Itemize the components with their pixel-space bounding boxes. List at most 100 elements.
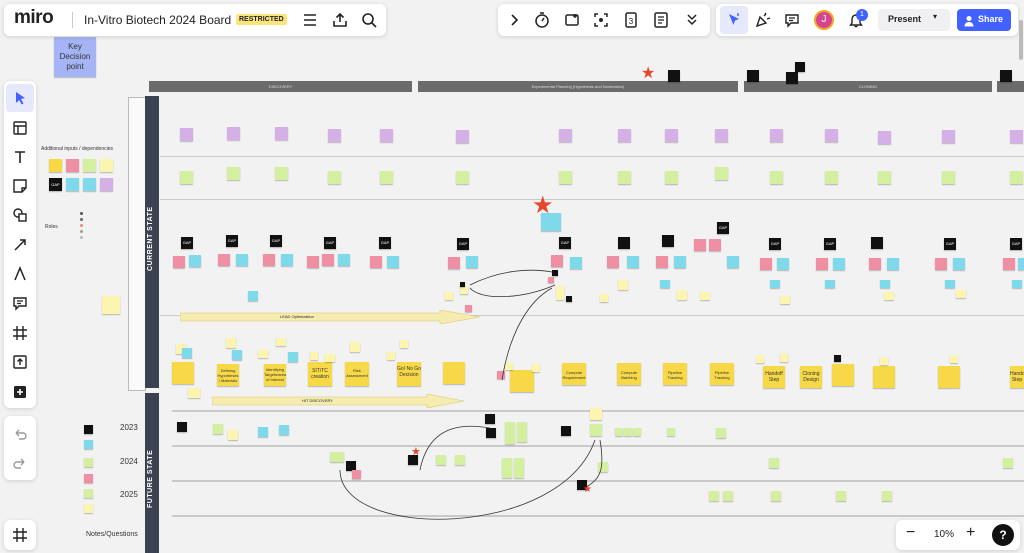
sticky-note[interactable] bbox=[825, 280, 835, 288]
sticky-note[interactable] bbox=[780, 296, 790, 304]
sticky-note[interactable] bbox=[552, 270, 558, 276]
sticky-note[interactable] bbox=[1012, 280, 1022, 288]
sticky-note[interactable] bbox=[180, 171, 193, 184]
process-note[interactable] bbox=[510, 370, 534, 392]
sticky-note[interactable] bbox=[607, 256, 619, 268]
sticky-note[interactable] bbox=[825, 129, 838, 142]
sticky-note[interactable] bbox=[279, 425, 289, 435]
sticky-note[interactable] bbox=[387, 352, 395, 360]
sticky-note[interactable] bbox=[276, 338, 286, 346]
chevron-double-down-icon[interactable] bbox=[678, 6, 706, 34]
frames-list-icon[interactable] bbox=[6, 521, 34, 549]
process-note[interactable]: Pipeline Tracking bbox=[663, 363, 687, 385]
upload-icon[interactable] bbox=[6, 348, 34, 376]
process-note[interactable]: Compute Batching bbox=[617, 363, 641, 385]
sticky-note[interactable] bbox=[825, 171, 838, 184]
sticky-note-icon[interactable] bbox=[6, 172, 34, 200]
sticky-note[interactable] bbox=[570, 257, 582, 269]
sticky-note[interactable] bbox=[677, 290, 687, 300]
vertical-scrollbar[interactable] bbox=[1019, 20, 1023, 60]
process-note[interactable] bbox=[938, 366, 960, 388]
sticky-note[interactable] bbox=[380, 171, 393, 184]
sticky-note[interactable] bbox=[624, 428, 632, 436]
sticky-note[interactable] bbox=[84, 504, 93, 513]
sticky-note[interactable] bbox=[551, 255, 563, 267]
sticky-note[interactable] bbox=[615, 428, 623, 436]
sticky-note[interactable] bbox=[177, 422, 187, 432]
sticky-note[interactable] bbox=[226, 338, 236, 348]
sticky-note[interactable] bbox=[460, 286, 468, 294]
sticky-note[interactable] bbox=[236, 254, 248, 266]
gap-note[interactable]: GAP bbox=[769, 238, 781, 250]
sticky-note[interactable] bbox=[556, 286, 564, 300]
sticky-note[interactable] bbox=[288, 352, 298, 362]
process-note[interactable]: Compute Requirement bbox=[562, 363, 586, 385]
sticky-note[interactable] bbox=[566, 296, 572, 302]
focus-icon[interactable] bbox=[587, 6, 615, 34]
key-decision-note[interactable]: Key Decision point bbox=[54, 37, 96, 77]
sticky-note[interactable] bbox=[667, 428, 675, 436]
legend-note[interactable] bbox=[100, 159, 113, 172]
chevron-right-icon[interactable] bbox=[500, 6, 528, 34]
legend-note[interactable] bbox=[49, 159, 62, 172]
gap-note[interactable]: GAP bbox=[824, 238, 836, 250]
sticky-note[interactable] bbox=[84, 440, 93, 449]
sticky-note[interactable] bbox=[281, 254, 293, 266]
sticky-note[interactable] bbox=[548, 277, 554, 283]
sticky-note[interactable] bbox=[370, 256, 382, 268]
legend-note[interactable] bbox=[66, 178, 79, 191]
sticky-note[interactable] bbox=[700, 292, 710, 300]
process-note[interactable]: Go/ No Go Decision bbox=[397, 362, 421, 386]
process-note[interactable]: Cloning Design bbox=[800, 366, 822, 388]
sticky-note[interactable] bbox=[1003, 258, 1015, 270]
reactions-cursor-icon[interactable] bbox=[720, 6, 748, 34]
more-tools-icon[interactable] bbox=[6, 378, 34, 406]
sticky-note[interactable] bbox=[497, 371, 505, 379]
process-note[interactable]: Risk Assessment bbox=[345, 362, 369, 386]
gap-note[interactable]: GAP bbox=[270, 235, 282, 247]
menu-icon[interactable] bbox=[296, 6, 324, 34]
sticky-note[interactable] bbox=[505, 422, 515, 444]
sticky-note[interactable] bbox=[660, 280, 670, 288]
sticky-note[interactable] bbox=[213, 424, 223, 434]
sticky-note[interactable] bbox=[942, 171, 955, 184]
sticky-note[interactable] bbox=[836, 491, 846, 501]
sticky-note[interactable] bbox=[662, 235, 674, 247]
sticky-note[interactable] bbox=[561, 426, 571, 436]
sticky-note[interactable] bbox=[816, 258, 828, 270]
hit-discovery-arrow[interactable]: HIT DISCOVERY bbox=[212, 394, 464, 408]
sticky-note[interactable] bbox=[228, 430, 238, 440]
sticky-note[interactable] bbox=[627, 256, 639, 268]
sticky-note[interactable] bbox=[517, 422, 527, 442]
sticky-note[interactable] bbox=[248, 291, 258, 301]
sticky-note[interactable] bbox=[780, 354, 788, 362]
frames-panel-button[interactable] bbox=[4, 520, 36, 550]
sticky-note[interactable] bbox=[227, 127, 240, 140]
sticky-note[interactable] bbox=[84, 425, 93, 434]
sticky-note[interactable] bbox=[674, 256, 686, 268]
sticky-note[interactable] bbox=[880, 280, 890, 288]
lead-optimization-arrow[interactable]: LEAD Optimization bbox=[180, 310, 480, 324]
sticky-note[interactable] bbox=[232, 350, 242, 360]
sticky-note[interactable] bbox=[84, 474, 93, 483]
sticky-note[interactable] bbox=[769, 458, 779, 468]
sticky-note[interactable] bbox=[350, 342, 360, 352]
arrow-line-icon[interactable] bbox=[6, 231, 34, 259]
sticky-note[interactable] bbox=[541, 213, 561, 231]
sticky-note[interactable] bbox=[460, 282, 465, 287]
sticky-note[interactable] bbox=[436, 455, 446, 465]
sticky-note[interactable] bbox=[173, 256, 185, 268]
sticky-note[interactable] bbox=[777, 258, 789, 270]
process-note[interactable] bbox=[172, 362, 194, 384]
gap-note[interactable]: GAP bbox=[181, 237, 193, 249]
gap-note[interactable]: GAP bbox=[379, 237, 391, 249]
sticky-note[interactable] bbox=[723, 491, 733, 501]
select-icon[interactable] bbox=[6, 84, 34, 112]
gap-note[interactable]: GAP bbox=[717, 222, 729, 234]
sticky-note[interactable] bbox=[694, 239, 706, 251]
sticky-note[interactable] bbox=[102, 296, 120, 314]
sticky-note[interactable] bbox=[485, 414, 495, 424]
process-note[interactable]: Handoff Step bbox=[763, 366, 785, 388]
zoom-in-button[interactable]: + bbox=[966, 524, 975, 542]
sticky-note[interactable] bbox=[656, 256, 668, 268]
